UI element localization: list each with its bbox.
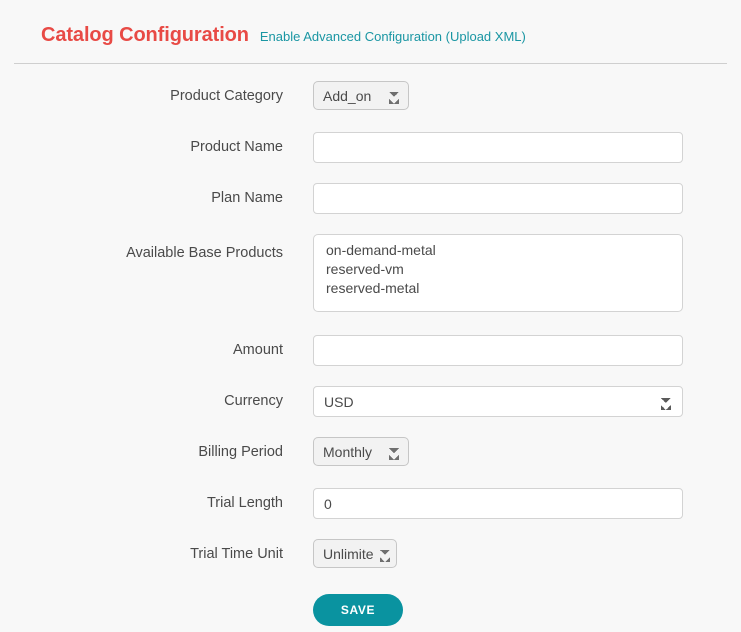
form-actions: SAVE xyxy=(0,594,741,626)
control-amount xyxy=(313,335,683,366)
save-button[interactable]: SAVE xyxy=(313,594,403,626)
billing-period-select[interactable]: Monthly xyxy=(313,437,409,466)
available-base-products-listbox[interactable]: on-demand-metalreserved-vmreserved-metal xyxy=(313,234,683,312)
label-product-name: Product Name xyxy=(0,132,283,163)
trial-time-unit-select[interactable]: Unlimited xyxy=(313,539,397,568)
control-product-category: Add_on xyxy=(313,81,409,110)
catalog-configuration-form: Product Category Add_on Product Name Pla… xyxy=(0,64,741,626)
label-plan-name: Plan Name xyxy=(0,183,283,214)
catalog-configuration-page: Catalog Configuration Enable Advanced Co… xyxy=(0,0,741,632)
label-amount: Amount xyxy=(0,335,283,366)
form-row-product-name: Product Name xyxy=(0,132,741,163)
form-row-amount: Amount xyxy=(0,335,741,366)
product-name-input[interactable] xyxy=(313,132,683,163)
form-row-product-category: Product Category Add_on xyxy=(0,81,741,112)
trial-length-input[interactable] xyxy=(313,488,683,519)
amount-input[interactable] xyxy=(313,335,683,366)
control-currency: USD xyxy=(313,386,683,417)
control-billing-period: Monthly xyxy=(313,437,409,466)
control-trial-length xyxy=(313,488,683,519)
form-row-available-base-products: Available Base Products on-demand-metalr… xyxy=(0,234,741,313)
currency-select[interactable]: USD xyxy=(313,386,683,417)
product-category-select[interactable]: Add_on xyxy=(313,81,409,110)
label-billing-period: Billing Period xyxy=(0,437,283,468)
form-row-trial-length: Trial Length xyxy=(0,488,741,519)
label-currency: Currency xyxy=(0,386,283,417)
page-header: Catalog Configuration Enable Advanced Co… xyxy=(0,0,741,47)
control-plan-name xyxy=(313,183,683,214)
form-row-plan-name: Plan Name xyxy=(0,183,741,214)
label-product-category: Product Category xyxy=(0,81,283,112)
page-title: Catalog Configuration xyxy=(41,24,249,47)
control-product-name xyxy=(313,132,683,163)
control-trial-time-unit: Unlimited xyxy=(313,539,397,568)
label-trial-time-unit: Trial Time Unit xyxy=(0,539,283,570)
form-row-billing-period: Billing Period Monthly xyxy=(0,437,741,468)
enable-advanced-configuration-link[interactable]: Enable Advanced Configuration (Upload XM… xyxy=(260,29,526,44)
label-available-base-products: Available Base Products xyxy=(0,234,283,263)
plan-name-input[interactable] xyxy=(313,183,683,214)
actions-spacer xyxy=(0,594,283,626)
form-row-trial-time-unit: Trial Time Unit Unlimited xyxy=(0,539,741,570)
form-row-currency: Currency USD xyxy=(0,386,741,417)
control-available-base-products: on-demand-metalreserved-vmreserved-metal xyxy=(313,234,683,313)
label-trial-length: Trial Length xyxy=(0,488,283,519)
